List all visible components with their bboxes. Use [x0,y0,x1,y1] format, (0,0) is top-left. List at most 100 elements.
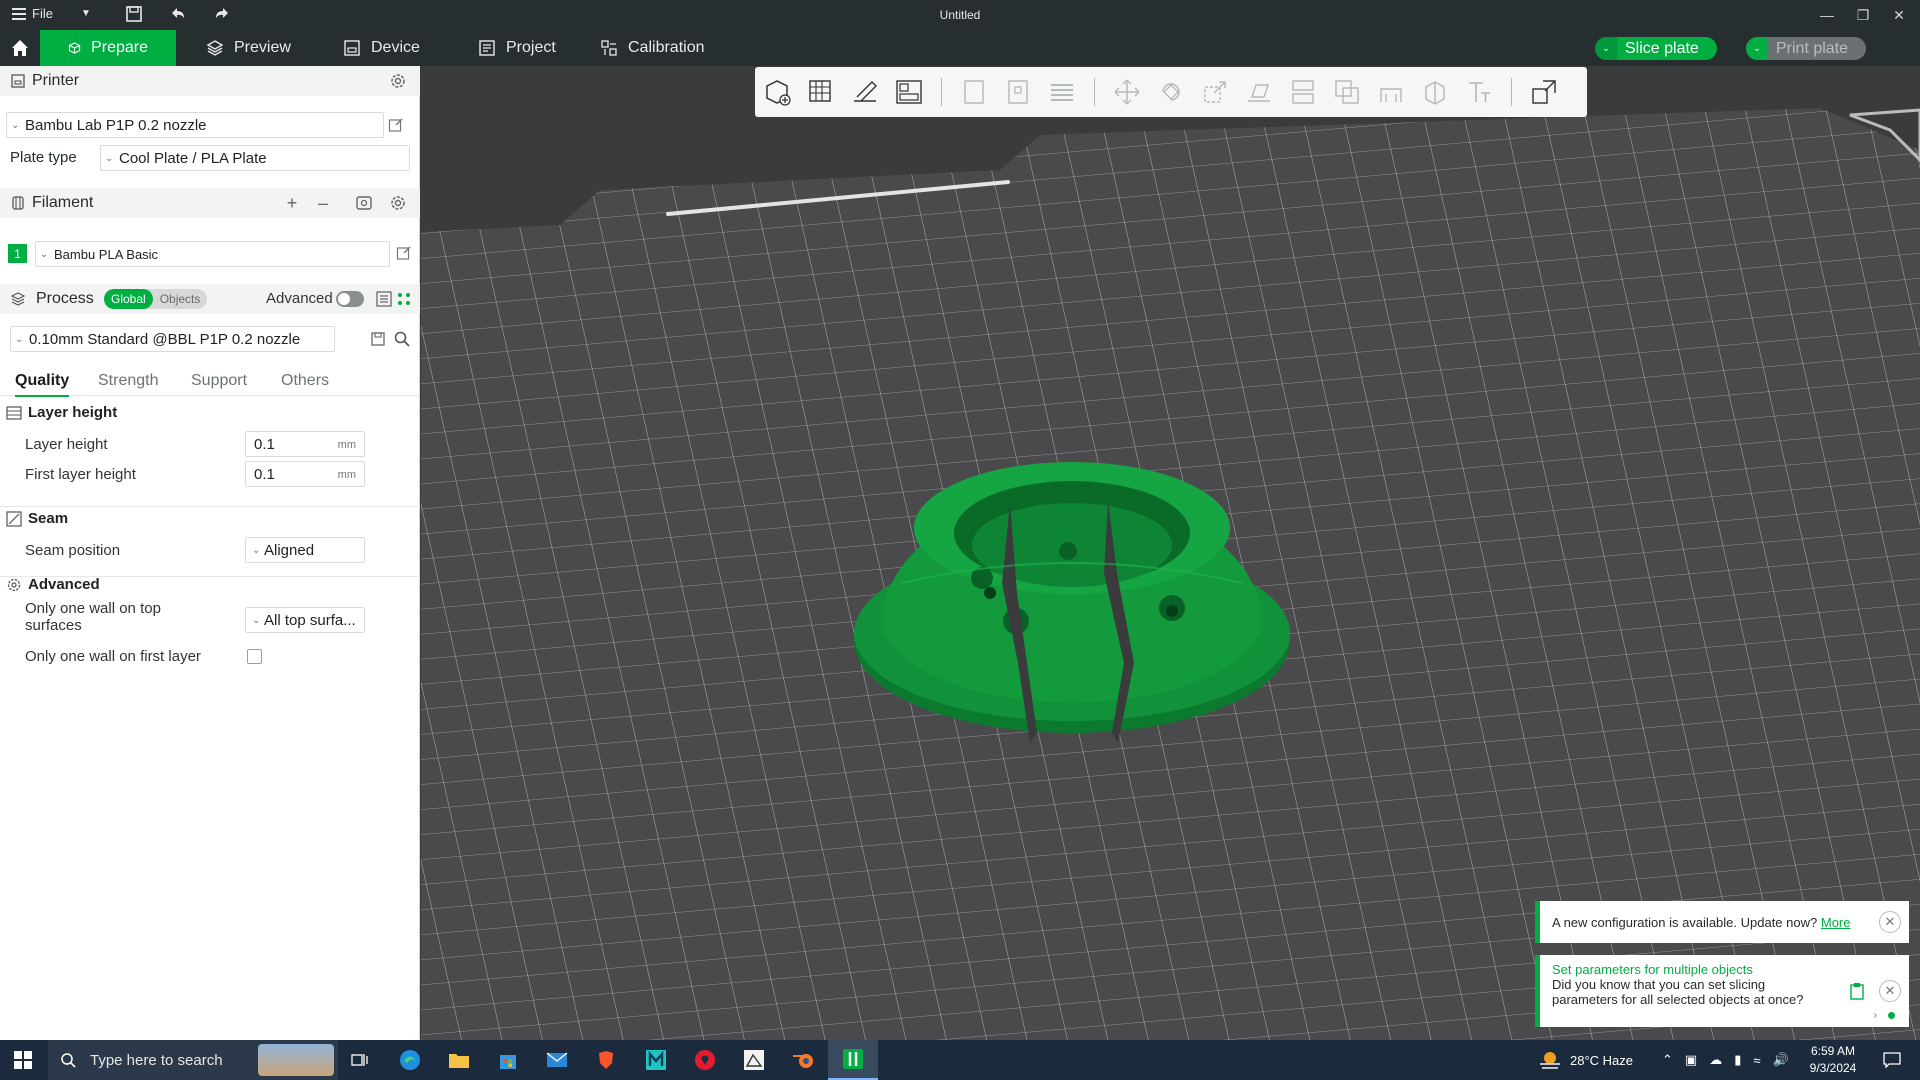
edit-filament-icon[interactable] [396,245,412,261]
tab-device[interactable]: Device [315,30,448,66]
advanced-toggle[interactable] [336,291,364,307]
more-link[interactable]: More [1821,915,1851,930]
remove-filament-button[interactable]: – [313,193,333,213]
process-preset-select[interactable]: ⌄ 0.10mm Standard @BBL P1P 0.2 nozzle [10,326,335,352]
file-menu[interactable]: File ▼ [12,6,91,21]
file-explorer-icon[interactable] [445,1046,473,1074]
close-notification-button[interactable]: ✕ [1879,911,1901,933]
support-paint-icon[interactable] [1373,74,1409,110]
one-wall-first-layer-checkbox[interactable] [247,649,262,664]
print-options-dropdown[interactable]: ⌄ [1746,37,1768,60]
save-preset-icon[interactable] [368,329,388,349]
undo-icon[interactable] [169,5,187,23]
move-icon[interactable] [1109,74,1145,110]
compare-list-icon[interactable] [374,289,394,309]
lay-on-face-icon[interactable] [1241,74,1277,110]
auto-orient-icon[interactable] [847,74,883,110]
notification-center-icon[interactable] [1878,1046,1906,1074]
layer-height-input[interactable]: 0.1 mm [245,431,365,457]
slice-plate-button[interactable]: ⌄ Slice plate [1595,37,1717,60]
first-layer-height-input[interactable]: 0.1 mm [245,461,365,487]
brave-icon[interactable] [592,1046,620,1074]
home-button[interactable] [0,30,40,66]
add-plate-icon[interactable] [803,74,839,110]
seam-position-select[interactable]: ⌄ Aligned [245,537,365,563]
scale-icon[interactable] [1197,74,1233,110]
maps-m-icon[interactable] [642,1046,670,1074]
vivaldi-icon[interactable] [691,1046,719,1074]
process-tree-icon[interactable] [394,289,414,309]
onedrive-icon[interactable]: ☁ [1709,1052,1722,1068]
one-wall-top-select[interactable]: ⌄ All top surfa... [245,607,365,633]
split-objects-icon[interactable] [956,74,992,110]
chevron-up-icon[interactable]: ⌃ [1662,1052,1673,1068]
save-icon[interactable] [125,5,143,23]
filament-sync-icon[interactable] [354,193,374,213]
layers-icon [206,40,224,56]
one-wall-top-value: All top surfa... [264,611,356,629]
subtab-strength[interactable]: Strength [98,372,158,390]
tab-project[interactable]: Project [450,30,584,66]
cut-icon[interactable] [1285,74,1321,110]
scope-objects-option[interactable]: Objects [153,289,208,309]
mail-icon[interactable] [543,1046,571,1074]
arrange-icon[interactable] [891,74,927,110]
volume-icon[interactable]: 🔊 [1773,1052,1789,1068]
boolean-icon[interactable] [1329,74,1365,110]
subtab-support[interactable]: Support [191,372,247,390]
seam-paint-icon[interactable] [1417,74,1453,110]
3d-model[interactable] [842,433,1302,743]
paint-app-icon[interactable] [740,1046,768,1074]
tip-body-line2: parameters for all selected objects at o… [1552,992,1804,1007]
minimize-button[interactable]: — [1816,4,1838,26]
tab-prepare[interactable]: Prepare [40,30,176,66]
blender-icon[interactable] [790,1046,818,1074]
restore-button[interactable]: ❐ [1852,4,1874,26]
start-button[interactable] [9,1046,37,1074]
add-filament-button[interactable]: + [282,193,302,213]
redo-icon[interactable] [213,5,231,23]
printer-settings-gear-icon[interactable] [388,71,408,91]
seam-position-value: Aligned [264,541,315,559]
edge-icon[interactable] [396,1046,424,1074]
tab-preview[interactable]: Preview [178,30,319,66]
filament-slot-badge[interactable]: 1 [8,244,27,263]
weather-widget[interactable]: 28°C Haze [1538,1040,1633,1080]
battery-saver-icon[interactable]: ▣ [1685,1052,1697,1068]
variable-layer-icon[interactable] [1044,74,1080,110]
taskbar-search-box[interactable]: Type here to search [48,1040,338,1080]
close-button[interactable]: ✕ [1888,4,1910,26]
rotate-icon[interactable] [1153,74,1189,110]
assembly-view-icon[interactable] [1526,74,1562,110]
scope-toggle[interactable]: Global Objects [104,289,208,309]
print-plate-button[interactable]: ⌄ Print plate [1746,37,1867,60]
edit-printer-icon[interactable] [388,117,404,133]
layer-height-label: Layer height [25,436,108,453]
store-icon[interactable] [494,1046,522,1074]
text-tool-icon[interactable] [1461,74,1497,110]
toolbar-separator [1511,78,1512,106]
power-icon[interactable]: ▮ [1734,1052,1741,1068]
3d-viewport[interactable] [421,66,1920,1040]
chevron-down-icon[interactable]: ▼ [81,8,91,19]
wifi-icon[interactable]: ≈ [1753,1053,1760,1068]
clock[interactable]: 6:59 AM 9/3/2024 [1798,1043,1868,1077]
clipboard-icon[interactable] [1849,982,1865,1000]
subtab-quality[interactable]: Quality [15,372,70,397]
printer-select[interactable]: ⌄ Bambu Lab P1P 0.2 nozzle [6,112,384,138]
close-tip-button[interactable]: ✕ [1879,980,1901,1002]
chevron-right-icon[interactable]: › [1874,1010,1877,1021]
add-object-icon[interactable] [759,74,795,110]
task-view-icon[interactable] [346,1046,374,1074]
filament-settings-gear-icon[interactable] [388,193,408,213]
group-seam: Seam [0,510,420,527]
search-icon[interactable] [392,329,412,349]
tab-calibration[interactable]: Calibration [572,30,732,66]
split-parts-icon[interactable] [1000,74,1036,110]
scope-global-option[interactable]: Global [104,289,153,309]
plate-type-select[interactable]: ⌄ Cool Plate / PLA Plate [100,145,410,171]
subtab-others[interactable]: Others [281,372,329,390]
slice-options-dropdown[interactable]: ⌄ [1595,37,1617,60]
bambu-studio-taskbar-button[interactable] [828,1040,878,1080]
filament-select[interactable]: ⌄ Bambu PLA Basic [35,241,390,267]
